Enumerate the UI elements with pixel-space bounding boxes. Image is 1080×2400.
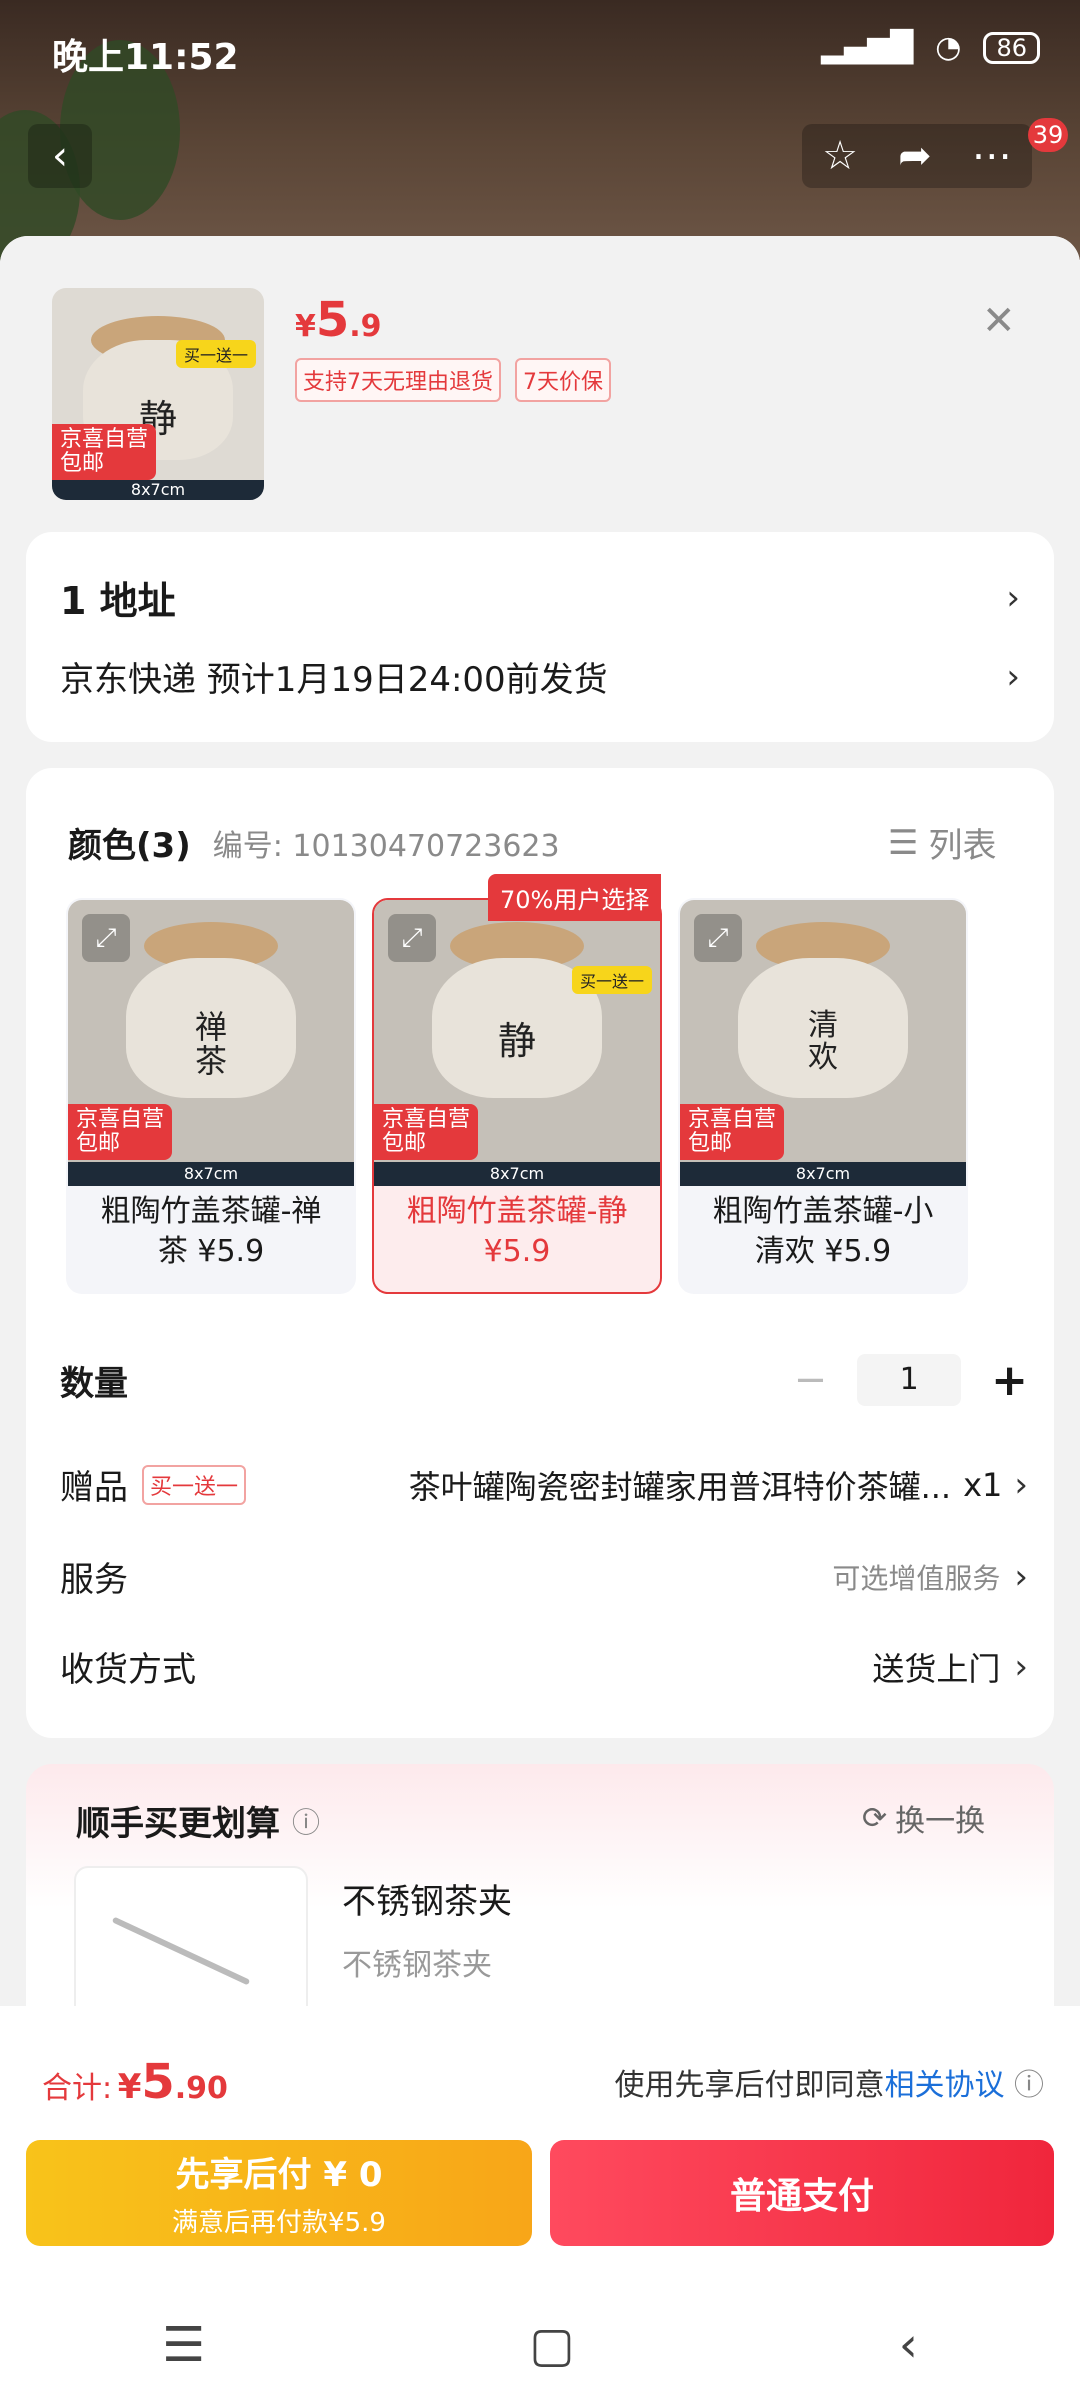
chevron-right-icon: › bbox=[1014, 1464, 1028, 1505]
quantity-input[interactable]: 1 bbox=[857, 1354, 962, 1406]
jd-selfrun-tag: 京喜自营 包邮 bbox=[680, 1104, 785, 1160]
delivery-estimate: 京东快递 预计1月19日24:00前发货 bbox=[60, 660, 608, 700]
list-view-button[interactable]: ☰ 列表 bbox=[888, 818, 996, 867]
address-title: 1 地址 bbox=[60, 579, 176, 623]
home-icon[interactable]: ▢ bbox=[529, 2317, 574, 2373]
sku-price: ¥5.9 bbox=[295, 292, 382, 348]
chevron-right-icon: › bbox=[1006, 577, 1020, 618]
clock: 晚上11:52 bbox=[52, 37, 239, 78]
gift-item-name: 茶叶罐陶瓷密封罐家用普洱特价茶罐... bbox=[408, 1467, 952, 1506]
signal-icon: ▂▄▆█ bbox=[820, 30, 914, 65]
service-label: 服务 bbox=[60, 1560, 128, 1600]
return-policy-tag: 支持7天无理由退货 bbox=[295, 358, 501, 402]
option-label: 粗陶竹盖茶罐-静 ¥5.9 bbox=[406, 1194, 628, 1269]
service-row[interactable]: 服务 可选增值服务 › bbox=[60, 1552, 1028, 1601]
system-nav-bar: ☰ ▢ ‹ bbox=[0, 2290, 1080, 2400]
regular-pay-button[interactable]: 普通支付 bbox=[550, 2140, 1054, 2246]
expand-icon[interactable]: ⤢ bbox=[82, 914, 130, 962]
quantity-label: 数量 bbox=[60, 1363, 128, 1404]
chevron-right-icon: › bbox=[1006, 656, 1020, 697]
dimension-bar: 8x7cm bbox=[680, 1162, 966, 1186]
status-icons: ▂▄▆█ ◔ 86 bbox=[821, 30, 1040, 65]
chevron-right-icon: › bbox=[1014, 1556, 1028, 1597]
jd-selfrun-tag: 京喜自营 包邮 bbox=[52, 424, 157, 480]
sku-header: 静 买一送一 京喜自营 包邮 8x7cm ¥5.9 支持7天无理由退货 7天价保 … bbox=[0, 236, 1080, 526]
bogo-flag: 买一送一 bbox=[571, 966, 652, 994]
more-icon[interactable]: ⋯ bbox=[972, 133, 1012, 179]
gift-label: 赠品 bbox=[60, 1468, 128, 1508]
product-thumbnail[interactable]: 静 买一送一 京喜自营 包邮 8x7cm bbox=[52, 288, 264, 500]
menu-icon[interactable]: ☰ bbox=[162, 2317, 205, 2373]
list-icon: ☰ bbox=[888, 822, 919, 863]
option-image: 静 ⤢ 买一送一 京喜自营 包邮 8x7cm bbox=[374, 900, 660, 1186]
address-card[interactable]: 1 地址 › 京东快递 预计1月19日24:00前发货 › bbox=[26, 532, 1054, 742]
refresh-button[interactable]: ⟳ 换一换 bbox=[862, 1796, 985, 1840]
share-icon[interactable]: ➦ bbox=[898, 133, 932, 179]
upsell-item-subtitle: 不锈钢茶夹 bbox=[342, 1948, 492, 1983]
chevron-right-icon: › bbox=[1014, 1646, 1028, 1687]
back-button[interactable]: ‹ bbox=[28, 124, 92, 188]
expand-icon[interactable]: ⤢ bbox=[694, 914, 742, 962]
upsell-title: 顺手买更划算 bbox=[76, 1804, 280, 1844]
pay-later-button[interactable]: 先享后付 ¥ 0 满意后再付款¥5.9 bbox=[26, 2140, 532, 2246]
dimension-bar: 8x7cm bbox=[68, 1162, 354, 1186]
bogo-flag: 买一送一 bbox=[175, 340, 256, 368]
option-image: 清欢 ⤢ 京喜自营 包邮 8x7cm bbox=[680, 900, 966, 1186]
status-bar: 晚上11:52 ▂▄▆█ ◔ 86 bbox=[0, 0, 1080, 96]
shipping-label: 收货方式 bbox=[60, 1650, 196, 1690]
options-card: 颜色(3) 编号: 10130470723623 ☰ 列表 70%用户选择 禅茶 … bbox=[26, 768, 1054, 1738]
minus-button[interactable]: − bbox=[794, 1357, 828, 1403]
wifi-icon: ◔ bbox=[935, 30, 962, 65]
jd-selfrun-tag: 京喜自营 包邮 bbox=[68, 1104, 173, 1160]
option-label: 粗陶竹盖茶罐-禅茶 ¥5.9 bbox=[100, 1194, 322, 1269]
star-icon[interactable]: ☆ bbox=[822, 133, 858, 179]
jd-selfrun-tag: 京喜自营 包邮 bbox=[374, 1104, 479, 1160]
shipping-value: 送货上门 bbox=[872, 1649, 1001, 1688]
upsell-card: 顺手买更划算 ⓘ ⟳ 换一换 不锈钢茶夹 不锈钢茶夹 bbox=[26, 1764, 1054, 2006]
info-icon[interactable]: ⓘ bbox=[1014, 2068, 1044, 2103]
refresh-icon: ⟳ bbox=[862, 1800, 888, 1836]
agreement-link[interactable]: 相关协议 bbox=[884, 2068, 1004, 2103]
expand-icon[interactable]: ⤢ bbox=[388, 914, 436, 962]
battery-icon: 86 bbox=[983, 31, 1040, 64]
service-tags: 支持7天无理由退货 7天价保 bbox=[295, 358, 611, 402]
option-label: 粗陶竹盖茶罐-小 清欢 ¥5.9 bbox=[712, 1194, 934, 1269]
price-protect-tag: 7天价保 bbox=[515, 358, 611, 402]
color-option-qinghuan[interactable]: 清欢 ⤢ 京喜自营 包邮 8x7cm 粗陶竹盖茶罐-小 清欢 ¥5.9 bbox=[678, 898, 968, 1294]
product-code: 编号: 10130470723623 bbox=[212, 828, 560, 864]
plus-button[interactable]: + bbox=[991, 1355, 1028, 1406]
bogo-tag: 买一送一 bbox=[142, 1464, 247, 1505]
agreement-text: 使用先享后付即同意相关协议 ⓘ bbox=[614, 2068, 1044, 2103]
shipping-row[interactable]: 收货方式 送货上门 › bbox=[60, 1642, 1028, 1691]
color-title: 颜色(3) bbox=[68, 826, 191, 866]
gift-count: x1 bbox=[963, 1465, 1003, 1504]
quantity-stepper: − 1 + bbox=[794, 1354, 1028, 1406]
service-value: 可选增值服务 bbox=[832, 1561, 1001, 1595]
dimension-bar: 8x7cm bbox=[52, 480, 264, 500]
gift-row[interactable]: 赠品 买一送一 茶叶罐陶瓷密封罐家用普洱特价茶罐... x1 › bbox=[60, 1460, 1028, 1509]
color-option-jing[interactable]: 静 ⤢ 买一送一 京喜自营 包邮 8x7cm 粗陶竹盖茶罐-静 ¥5.9 bbox=[372, 898, 662, 1294]
dimension-bar: 8x7cm bbox=[374, 1162, 660, 1186]
upsell-item-image[interactable] bbox=[74, 1866, 308, 2006]
color-option-chancha[interactable]: 禅茶 ⤢ 京喜自营 包邮 8x7cm 粗陶竹盖茶罐-禅茶 ¥5.9 bbox=[66, 898, 356, 1294]
option-image: 禅茶 ⤢ 京喜自营 包邮 8x7cm bbox=[68, 900, 354, 1186]
upsell-item-title[interactable]: 不锈钢茶夹 bbox=[342, 1874, 512, 1923]
info-icon[interactable]: ⓘ bbox=[292, 1801, 320, 1841]
order-total: 合计: ¥5.90 bbox=[42, 2054, 228, 2110]
popular-badge: 70%用户选择 bbox=[488, 874, 662, 921]
close-icon[interactable]: ✕ bbox=[982, 298, 1016, 344]
tongs-illustration bbox=[111, 1916, 251, 1986]
notification-badge: 39 bbox=[1028, 118, 1068, 152]
back-icon[interactable]: ‹ bbox=[899, 2317, 918, 2373]
top-actions: ☆ ➦ ⋯ bbox=[802, 124, 1032, 188]
sku-sheet: 静 买一送一 京喜自营 包邮 8x7cm ¥5.9 支持7天无理由退货 7天价保 … bbox=[0, 236, 1080, 2006]
